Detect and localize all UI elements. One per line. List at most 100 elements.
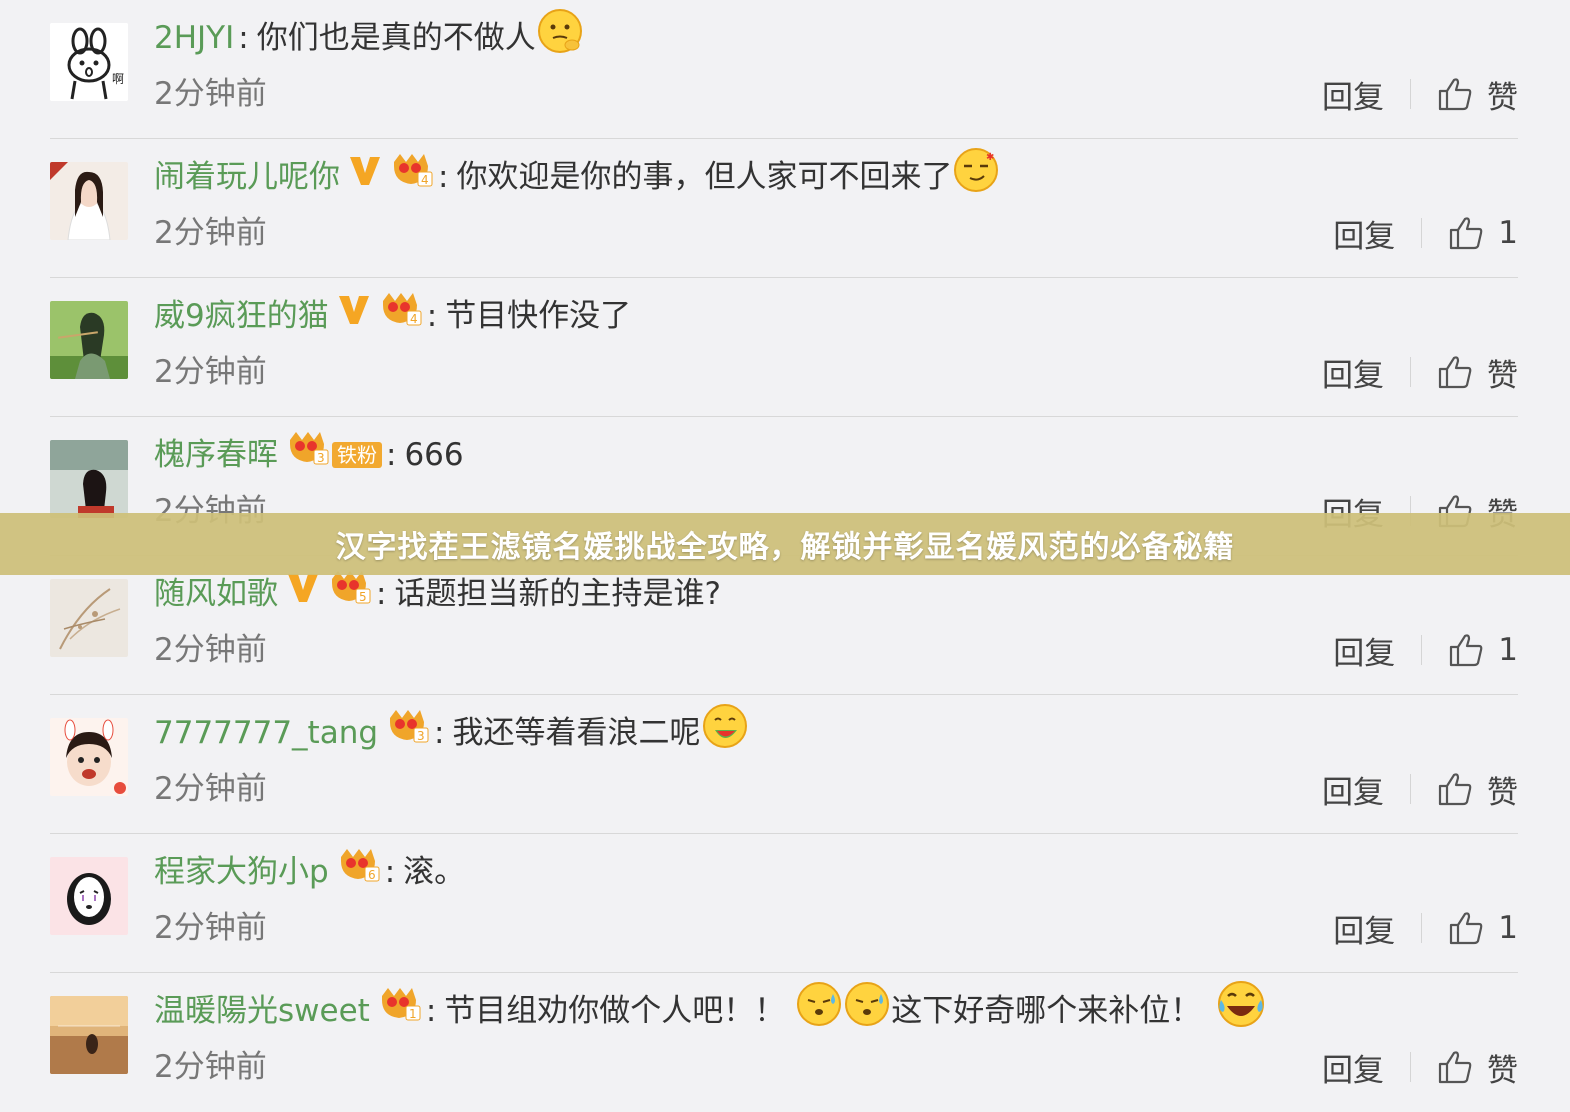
username-link[interactable]: 槐序春晖 xyxy=(154,431,278,479)
username-link[interactable]: 随风如歌 xyxy=(154,570,278,618)
sweat-emoji-icon xyxy=(795,980,843,1042)
comment-time: 2分钟前 xyxy=(154,910,267,946)
divider xyxy=(1421,218,1423,248)
comment-actions: 回复 1 xyxy=(1333,211,1518,256)
comment-line: 槐序春晖 3 铁粉 : 666 xyxy=(154,431,464,479)
like-count[interactable]: 1 xyxy=(1498,910,1518,946)
colon: : xyxy=(384,854,396,890)
comment-text: 节目组劝你做个人吧！！ xyxy=(444,993,786,1029)
divider xyxy=(1421,913,1423,943)
comment-line: 7777777_tang 3 : 我还等着看浪二呢 xyxy=(154,704,749,757)
avatar[interactable] xyxy=(50,162,128,240)
username-link[interactable]: 闹着玩儿呢你 xyxy=(154,153,340,201)
username-link[interactable]: 温暖陽光sweet xyxy=(154,987,370,1035)
fan-level-icon: 5 xyxy=(328,569,372,619)
thumbs-up-icon[interactable] xyxy=(1448,911,1484,945)
reply-button[interactable]: 回复 xyxy=(1333,906,1395,951)
like-button[interactable]: 赞 xyxy=(1487,1045,1518,1090)
svg-text:6: 6 xyxy=(368,868,376,882)
reply-button[interactable]: 回复 xyxy=(1322,72,1384,117)
divider xyxy=(1410,79,1411,109)
username-link[interactable]: 7777777_tang xyxy=(154,709,378,757)
comment-text: 节目快作没了 xyxy=(445,298,632,334)
comment-text: 你们也是真的不做人 xyxy=(256,20,536,56)
username-link[interactable]: 威9疯狂的猫 xyxy=(154,292,329,340)
thumbs-up-icon[interactable] xyxy=(1448,216,1484,250)
thumbs-up-icon[interactable] xyxy=(1448,633,1484,667)
verified-v-icon xyxy=(348,153,382,201)
like-count[interactable]: 1 xyxy=(1498,215,1518,251)
comment-row: 温暖陽光sweet 1 : 节目组劝你做个人吧！！ 这下好奇哪个来补位！ 2分钟… xyxy=(0,973,1570,1112)
thumbs-up-icon[interactable] xyxy=(1437,1050,1473,1084)
comment-row: 啊 2HJYI : 你们也是真的不做人 2分钟前 回复 赞 xyxy=(0,0,1570,139)
comment-row: 程家大狗小p 6 : 滚。 2分钟前 回复 1 xyxy=(0,834,1570,973)
colon: : xyxy=(386,437,397,473)
svg-text:啊: 啊 xyxy=(112,72,124,86)
reply-button[interactable]: 回复 xyxy=(1322,350,1384,395)
fan-level-icon: 1 xyxy=(378,986,422,1036)
colon: : xyxy=(376,576,387,612)
verified-v-icon xyxy=(337,292,371,340)
comment-actions: 回复 1 xyxy=(1333,628,1518,673)
reply-button[interactable]: 回复 xyxy=(1322,767,1384,812)
divider xyxy=(1421,635,1423,665)
colon: : xyxy=(434,715,445,751)
comment-time: 2分钟前 xyxy=(154,1049,267,1085)
comment-text: 666 xyxy=(404,437,464,473)
like-button[interactable]: 赞 xyxy=(1487,767,1518,812)
thumbs-up-icon[interactable] xyxy=(1437,355,1473,389)
fan-level-icon: 4 xyxy=(390,152,434,202)
comment-row: 7777777_tang 3 : 我还等着看浪二呢 2分钟前 回复 赞 xyxy=(0,695,1570,834)
colon: : xyxy=(425,993,437,1029)
avatar[interactable] xyxy=(50,857,128,935)
fan-level-icon: 6 xyxy=(337,847,381,897)
comment-actions: 回复 赞 xyxy=(1322,767,1518,812)
comment-time: 2分钟前 xyxy=(154,354,267,390)
comment-row: 闹着玩儿呢你 4 : 你欢迎是你的事，但人家可不回来了 ✱ 2分钟前 回复 1 xyxy=(0,139,1570,278)
username-link[interactable]: 程家大狗小p xyxy=(154,848,329,896)
comment-row: 随风如歌 5 : 话题担当新的主持是谁? 2分钟前 回复 1 xyxy=(0,556,1570,695)
reply-button[interactable]: 回复 xyxy=(1333,211,1395,256)
username-link[interactable]: 2HJYI xyxy=(154,14,234,62)
svg-text:1: 1 xyxy=(409,1007,417,1021)
iron-fan-badge: 铁粉 xyxy=(332,442,382,468)
thinking-emoji-icon xyxy=(536,7,584,69)
comment-text-continued: 这下好奇哪个来补位！ xyxy=(891,993,1202,1029)
svg-text:✱: ✱ xyxy=(986,152,994,163)
svg-text:5: 5 xyxy=(359,590,367,604)
sweat-emoji-icon xyxy=(843,980,891,1042)
thumbs-up-icon[interactable] xyxy=(1437,772,1473,806)
avatar[interactable] xyxy=(50,301,128,379)
reply-button[interactable]: 回复 xyxy=(1322,1045,1384,1090)
avatar[interactable] xyxy=(50,579,128,657)
laugh-cry-emoji-icon xyxy=(1215,978,1267,1044)
verified-v-icon xyxy=(286,570,320,618)
comment-time: 2分钟前 xyxy=(154,771,267,807)
colon: : xyxy=(238,20,249,56)
fan-level-icon: 3 xyxy=(286,430,330,480)
comment-line: 闹着玩儿呢你 4 : 你欢迎是你的事，但人家可不回来了 ✱ xyxy=(154,148,1000,202)
eating-melon-emoji-icon xyxy=(701,702,749,764)
comment-line: 2HJYI : 你们也是真的不做人 xyxy=(154,9,584,62)
comment-actions: 回复 赞 xyxy=(1322,1045,1518,1090)
colon: : xyxy=(426,298,438,334)
comment-line: 温暖陽光sweet 1 : 节目组劝你做个人吧！！ 这下好奇哪个来补位！ xyxy=(154,981,1267,1036)
comment-text: 话题担当新的主持是谁? xyxy=(394,576,721,612)
comment-actions: 回复 1 xyxy=(1333,906,1518,951)
smirk-emoji-icon: ✱ xyxy=(952,146,1000,208)
avatar[interactable] xyxy=(50,440,128,518)
colon: : xyxy=(438,159,449,195)
like-button[interactable]: 赞 xyxy=(1487,72,1518,117)
comment-line: 程家大狗小p 6 : 滚。 xyxy=(154,848,465,896)
avatar[interactable] xyxy=(50,996,128,1074)
reply-button[interactable]: 回复 xyxy=(1333,628,1395,673)
thumbs-up-icon[interactable] xyxy=(1437,77,1473,111)
avatar[interactable] xyxy=(50,718,128,796)
like-button[interactable]: 赞 xyxy=(1487,350,1518,395)
avatar[interactable]: 啊 xyxy=(50,23,128,101)
svg-text:4: 4 xyxy=(421,173,429,187)
divider xyxy=(1410,1052,1411,1082)
comment-line: 随风如歌 5 : 话题担当新的主持是谁? xyxy=(154,570,721,618)
comment-actions: 回复 赞 xyxy=(1322,72,1518,117)
like-count[interactable]: 1 xyxy=(1498,632,1518,668)
